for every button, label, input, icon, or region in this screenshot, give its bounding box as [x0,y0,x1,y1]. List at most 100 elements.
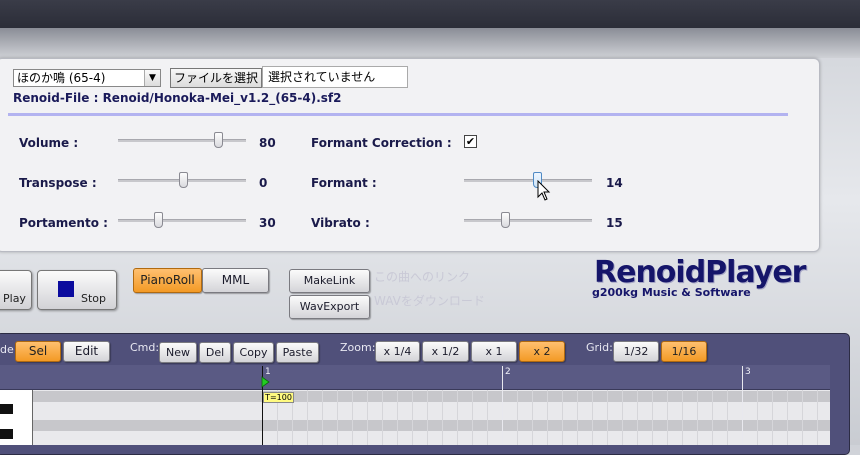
grid-line [562,390,563,445]
grid-line [427,390,428,445]
mml-tab[interactable]: MML [202,268,269,293]
play-label: Play [3,292,26,305]
grid-line [622,390,623,445]
app-logo-subtitle: g200kg Music & Software [592,286,751,299]
grid-line [472,390,473,445]
vibrato-slider-track[interactable] [464,219,592,222]
vibrato-label: Vibrato : [311,216,370,230]
roll-row-dark [0,420,830,431]
copy-button[interactable]: Copy [233,342,274,363]
grid-line [367,390,368,445]
grid-line [442,390,443,445]
piano-black-key[interactable] [0,404,13,414]
preset-select[interactable]: ほのか鳴 (65-4) ▼ [13,69,161,87]
panel-divider [8,113,788,116]
portamento-value: 30 [259,216,276,230]
grid-line [592,390,593,445]
volume-slider-track[interactable] [118,139,246,142]
grid-16-button[interactable]: 1/16 [661,341,707,362]
grid-line [652,390,653,445]
grid-line [787,390,788,445]
makelink-button[interactable]: MakeLink [289,269,370,293]
zoom-2-button[interactable]: x 2 [519,341,565,362]
grid-label: Grid: [586,341,613,354]
grid-line [817,390,818,445]
transpose-label: Transpose : [19,176,97,190]
settings-panel [0,58,820,252]
portamento-label: Portamento : [19,216,108,230]
stop-label: Stop [81,292,107,305]
window-top-bar [0,0,860,28]
grid-line [697,390,698,445]
preset-select-value: ほのか鳴 (65-4) [17,71,106,85]
grid-line [607,390,608,445]
play-position-icon[interactable] [261,376,270,388]
portamento-slider-track[interactable] [118,219,246,222]
cmd-label: Cmd: [130,341,160,354]
transpose-value: 0 [259,176,268,190]
paste-button[interactable]: Paste [276,342,319,363]
grid-line [487,390,488,445]
file-status-text: 選択されていません [262,66,408,88]
choose-file-button[interactable]: ファイルを選択 [170,68,262,88]
makelink-hint[interactable]: この曲へのリンク [374,268,470,285]
edit-mode-button[interactable]: Edit [63,341,110,362]
formant-correction-label: Formant Correction : [311,136,452,150]
grid-line [757,390,758,445]
bar-line-2 [502,366,503,445]
grid-line [727,390,728,445]
bar-number: 2 [505,367,511,377]
grid-line [337,390,338,445]
play-button[interactable]: Play [0,270,32,310]
grid-line [322,390,323,445]
pianoroll-tab[interactable]: PianoRoll [133,268,202,293]
piano-black-key[interactable] [0,429,13,439]
grid-line [547,390,548,445]
grid-line [772,390,773,445]
del-button[interactable]: Del [199,342,231,363]
zoom-quarter-button[interactable]: x 1/4 [375,341,420,362]
pianoroll-timeline[interactable] [0,365,830,390]
grid-line [682,390,683,445]
renoid-file-path: Renoid-File : Renoid/Honoka-Mei_v1.2_(65… [13,91,342,105]
grid-line [397,390,398,445]
grid-line [712,390,713,445]
wavexport-hint[interactable]: WAVをダウンロード [374,292,485,309]
vibrato-slider-thumb[interactable] [501,212,510,228]
portamento-slider-thumb[interactable] [154,212,163,228]
grid-32-button[interactable]: 1/32 [613,341,659,362]
formant-slider-track[interactable] [464,179,592,182]
grid-line [532,390,533,445]
grid-line [382,390,383,445]
piano-keyboard[interactable] [0,390,33,445]
roll-row-dark [0,391,830,402]
grid-line [457,390,458,445]
grid-line [412,390,413,445]
grid-line [352,390,353,445]
bar-number: 3 [745,367,751,377]
wavexport-button[interactable]: WavExport [289,295,370,319]
grid-line [517,390,518,445]
formant-correction-checkbox[interactable]: ✔ [464,135,477,148]
grid-line [307,390,308,445]
volume-value: 80 [259,136,276,150]
tempo-marker[interactable]: T=100 [263,392,294,403]
grid-line [802,390,803,445]
stop-icon [58,281,74,297]
top-gradient [0,28,860,58]
volume-slider-thumb[interactable] [214,132,223,148]
volume-label: Volume : [19,136,79,150]
vibrato-value: 15 [606,216,623,230]
zoom-1-button[interactable]: x 1 [471,341,517,362]
sel-mode-button[interactable]: Sel [15,341,61,362]
transpose-slider-thumb[interactable] [179,172,188,188]
zoom-half-button[interactable]: x 1/2 [422,341,469,362]
pianoroll-grid[interactable] [0,390,830,445]
formant-value: 14 [606,176,623,190]
stop-button[interactable]: Stop [37,270,117,310]
mouse-pointer-icon [537,180,551,201]
chevron-down-icon[interactable]: ▼ [144,70,160,86]
new-button[interactable]: New [159,342,197,363]
formant-label: Formant : [311,176,377,190]
zoom-label: Zoom: [340,341,376,354]
